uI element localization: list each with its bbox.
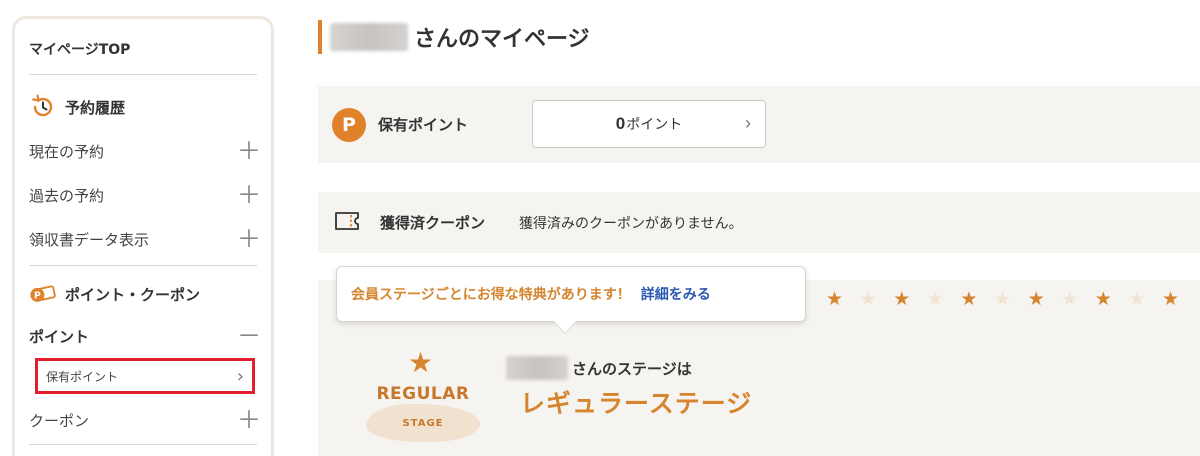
sidebar-item-current-reservations[interactable]: 現在の予約 ＋: [29, 137, 261, 165]
plus-icon[interactable]: ＋: [237, 139, 261, 163]
chevron-right-icon: ›: [236, 365, 244, 387]
star-icon: ★: [1094, 288, 1112, 310]
coupon-empty-message: 獲得済みのクーポンがありません。: [519, 215, 743, 232]
star-icon: ★: [859, 288, 877, 310]
sidebar-item-past-reservations[interactable]: 過去の予約 ＋: [29, 181, 261, 209]
star-icon: ★: [1161, 288, 1179, 310]
sidebar-item-label: ポイント: [29, 327, 90, 346]
sidebar-subitem-held-points[interactable]: 保有ポイント ›: [35, 358, 255, 394]
point-coupon-icon: P: [29, 281, 57, 307]
sidebar-heading-history-label: 予約履歴: [65, 98, 126, 117]
plus-icon[interactable]: ＋: [237, 227, 261, 251]
sidebar-divider: [29, 265, 257, 266]
stage-name: レギュラーステージ: [520, 389, 753, 418]
star-icon: ★: [893, 288, 911, 310]
points-panel-label: 保有ポイント: [378, 116, 469, 134]
points-value: 0: [615, 114, 626, 133]
coupon-ticket-icon: [334, 210, 364, 236]
coupon-panel-label: 獲得済クーポン: [380, 214, 486, 232]
blurred-username: [330, 23, 408, 51]
stage-intro-text: さんのステージは: [572, 359, 692, 378]
stage-star-row: ★ ★ ★ ★ ★ ★ ★ ★ ★ ★ ★: [826, 288, 1196, 310]
star-icon: ★: [1027, 288, 1045, 310]
sidebar-item-receipt-data[interactable]: 領収書データ表示 ＋: [29, 225, 261, 253]
sidebar-mypage-top[interactable]: マイページTOP: [29, 19, 257, 75]
plus-icon[interactable]: ＋: [237, 408, 261, 432]
sidebar-divider: [29, 444, 257, 445]
star-icon: ★: [960, 288, 978, 310]
held-points-button[interactable]: 0 ポイント ›: [532, 100, 766, 148]
page-title: さんのマイページ: [318, 20, 590, 54]
points-panel: P 保有ポイント 0 ポイント ›: [318, 86, 1200, 163]
sidebar-item-coupons[interactable]: クーポン ＋: [29, 406, 261, 434]
chevron-right-icon: ›: [745, 113, 751, 133]
badge-regular-text: REGULAR: [376, 384, 470, 404]
point-icon: P: [332, 107, 366, 142]
history-clock-icon: [29, 94, 57, 120]
tooltip-text: 会員ステージごとにお得な特典があります！: [351, 287, 631, 303]
coupon-panel: 獲得済クーポン 獲得済みのクーポンがありません。: [318, 192, 1200, 253]
sidebar-item-label: 過去の予約: [29, 186, 105, 205]
sidebar-heading-points-coupons: P ポイント・クーポン: [29, 280, 257, 308]
tooltip-arrow: [554, 321, 576, 333]
blurred-username: [506, 356, 568, 380]
badge-star-icon: ★: [408, 346, 434, 379]
star-icon: ★: [993, 288, 1012, 310]
sidebar-heading-history: 予約履歴: [29, 93, 257, 121]
sidebar-subitem-label: 保有ポイント: [46, 369, 119, 384]
star-icon: ★: [926, 288, 944, 310]
stage-benefits-tooltip: 会員ステージごとにお得な特典があります！ 詳細をみる: [336, 266, 806, 322]
regular-stage-badge: ★ REGULAR STAGE: [360, 346, 486, 446]
see-details-link[interactable]: 詳細をみる: [641, 284, 711, 304]
page-title-text: さんのマイページ: [414, 27, 590, 52]
star-icon: ★: [1128, 288, 1146, 310]
sidebar-item-points[interactable]: ポイント －: [29, 322, 261, 350]
sidebar-item-label: 領収書データ表示: [29, 230, 150, 249]
sidebar-item-label: クーポン: [29, 411, 90, 430]
title-accent-bar: [318, 20, 322, 54]
points-unit: ポイント: [626, 116, 683, 132]
sidebar: マイページTOP 予約履歴 現在の予約 ＋ 過去の予約 ＋ 領収書データ表示 ＋…: [12, 16, 274, 456]
badge-stage-text: STAGE: [402, 418, 444, 429]
star-icon: ★: [1061, 288, 1079, 310]
svg-text:P: P: [34, 291, 41, 302]
sidebar-heading-points-coupons-label: ポイント・クーポン: [65, 285, 201, 304]
sidebar-item-label: 現在の予約: [29, 142, 105, 161]
stage-intro: さんのステージは: [506, 356, 692, 380]
plus-icon[interactable]: ＋: [237, 183, 261, 207]
minus-icon[interactable]: －: [237, 324, 261, 348]
star-icon: ★: [826, 288, 844, 310]
